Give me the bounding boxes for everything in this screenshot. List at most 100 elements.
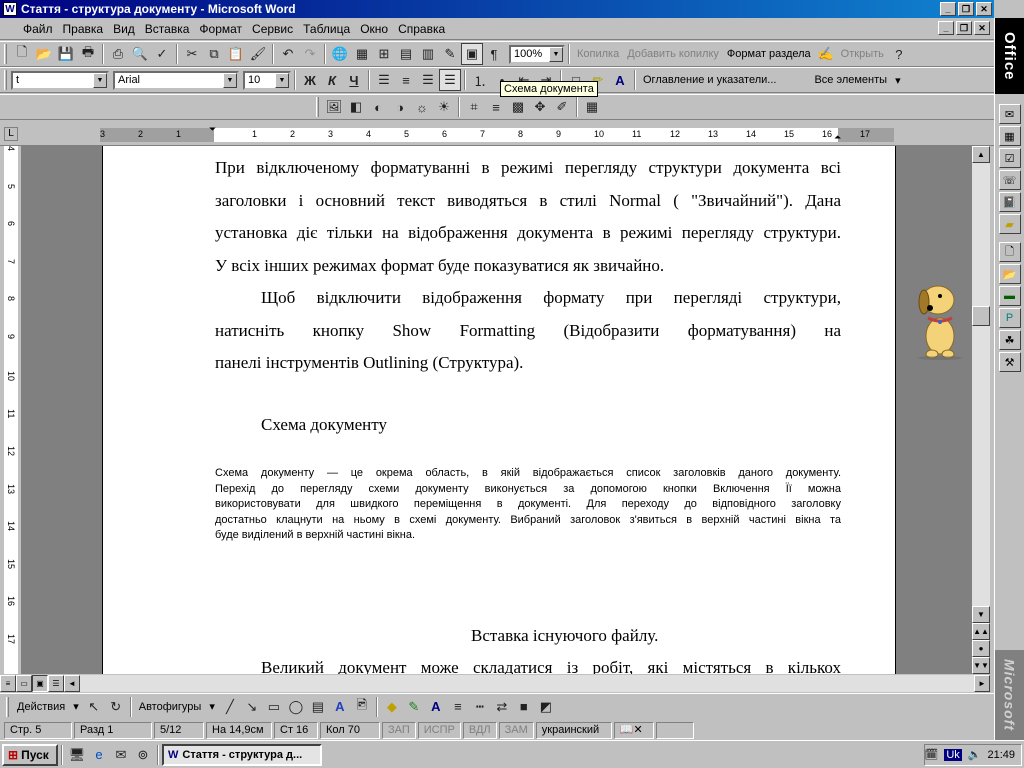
doc-minimize-button[interactable]: _ <box>938 21 954 35</box>
copy-icon[interactable]: ⧉ <box>203 43 225 65</box>
actions-dropdown-icon[interactable]: ▾ <box>69 700 83 713</box>
normal-view-button[interactable]: ≡ <box>0 674 16 692</box>
font-select[interactable]: Arial ▼ <box>113 70 239 90</box>
doc-restore-button[interactable]: ❐ <box>956 21 972 35</box>
menu-format[interactable]: Формат <box>194 22 247 36</box>
new-office-doc-icon[interactable]: 🗋 <box>998 242 1021 262</box>
print-layout-button[interactable]: ▣ <box>32 674 48 692</box>
reset-picture-icon[interactable]: ▦ <box>581 96 603 118</box>
free-rotate-icon[interactable]: ↻ <box>105 696 127 718</box>
menu-help[interactable]: Справка <box>393 22 450 36</box>
menu-file[interactable]: Файл <box>18 22 58 36</box>
columns-icon[interactable]: ▥ <box>417 43 439 65</box>
paragraph-2-line-1[interactable]: Щоб відключити відображення формату при … <box>261 282 841 315</box>
new-document-icon[interactable]: 🗋 <box>11 43 33 65</box>
appointment-icon[interactable]: ▦ <box>998 126 1021 146</box>
arrow-style-icon[interactable]: ⇄ <box>491 696 513 718</box>
arrow-icon[interactable]: ↘ <box>241 696 263 718</box>
format-picture-icon[interactable]: ✥ <box>529 96 551 118</box>
desktop-icon[interactable]: 🖥 <box>66 744 88 766</box>
3d-icon[interactable]: ◩ <box>535 696 557 718</box>
image-control-icon[interactable]: ◧ <box>345 96 367 118</box>
small-paragraph-line-1[interactable]: Схема документу — це окрема область, в я… <box>215 466 841 482</box>
menu-edit[interactable]: Правка <box>58 22 109 36</box>
outline-view-button[interactable]: ☰ <box>48 674 64 692</box>
scroll-left-button[interactable]: ◄ <box>64 674 80 692</box>
ie-icon[interactable]: e <box>88 744 110 766</box>
wordart-icon[interactable]: A <box>329 696 351 718</box>
section-format-button[interactable]: Формат раздела <box>723 48 815 60</box>
word-icon[interactable]: W <box>3 2 17 16</box>
heading-document-map[interactable]: Схема документу <box>261 409 661 442</box>
small-paragraph-line-2[interactable]: Перехід до перегляду схеми документу вик… <box>215 482 841 498</box>
zoom-preview-icon[interactable]: 🔍 <box>129 43 151 65</box>
volume-icon[interactable]: 🔈 <box>968 748 982 761</box>
format-painter-icon[interactable]: 🖌 <box>247 43 269 65</box>
dash-style-icon[interactable]: ┅ <box>469 696 491 718</box>
edit-icon[interactable]: ✍ <box>815 43 837 65</box>
restore-button[interactable]: ❐ <box>958 2 974 16</box>
paragraph-1-line-2[interactable]: заголовки і основний текст виводяться в … <box>215 185 841 218</box>
spelling-icon[interactable]: ✓ <box>151 43 173 65</box>
menu-table[interactable]: Таблица <box>298 22 355 36</box>
insert-excel-icon[interactable]: ▤ <box>395 43 417 65</box>
document-area[interactable]: При відключеному форматуванні в режимі п… <box>22 146 972 674</box>
journal-icon[interactable]: 📓 <box>998 192 1021 212</box>
doc-close-button[interactable]: ✕ <box>974 21 990 35</box>
paragraph-2-line-2[interactable]: натисніть кнопку Show Formatting (Відобр… <box>215 315 841 348</box>
publisher-icon[interactable]: P <box>998 308 1021 328</box>
align-left-icon[interactable]: ☰ <box>373 69 395 91</box>
open-button[interactable]: Открыть <box>837 48 888 60</box>
tables-borders-icon[interactable]: ▦ <box>351 43 373 65</box>
font-color-draw-icon[interactable]: A <box>425 696 447 718</box>
copy-collection-button[interactable]: Копилка <box>573 48 623 60</box>
channels-icon[interactable]: ⊚ <box>132 744 154 766</box>
paste-icon[interactable]: 📋 <box>225 43 247 65</box>
drawing-icon[interactable]: ✎ <box>439 43 461 65</box>
autoshapes-menu[interactable]: Автофигуры <box>135 701 206 713</box>
contact-icon[interactable]: ☏ <box>998 170 1021 190</box>
menu-window[interactable]: Окно <box>355 22 393 36</box>
indent-marker-icon[interactable]: ⏷ <box>209 124 216 135</box>
all-elements-dropdown-icon[interactable]: ▾ <box>891 74 905 87</box>
show-hide-icon[interactable]: ¶ <box>483 43 505 65</box>
start-button[interactable]: ⊞ Пуск <box>2 743 58 766</box>
less-brightness-icon[interactable]: ☀ <box>433 96 455 118</box>
justify-icon[interactable]: ☰ <box>439 69 461 91</box>
zoom-select[interactable]: 100% ▼ <box>509 44 565 64</box>
office-assistant-dog-icon[interactable] <box>910 274 970 360</box>
scroll-down-button[interactable]: ▼ <box>972 606 990 623</box>
scroll-right-button[interactable]: ► <box>974 674 990 692</box>
bold-button[interactable]: Ж <box>299 69 321 91</box>
paragraph-2-line-3[interactable]: панелі інструментів Outlining (Структура… <box>215 347 841 380</box>
toc-button[interactable]: Оглавление и указатели... <box>639 74 780 86</box>
underline-button[interactable]: Ч <box>343 69 365 91</box>
previous-page-button[interactable]: ▲▲ <box>972 623 990 640</box>
close-button[interactable]: ✕ <box>976 2 992 16</box>
web-layout-button[interactable]: ▭ <box>16 674 32 692</box>
minimize-button[interactable]: _ <box>940 2 956 16</box>
shortcut-icon[interactable]: ☘ <box>998 330 1021 350</box>
open-office-doc-icon[interactable]: 📂 <box>998 264 1021 284</box>
menu-view[interactable]: Вид <box>108 22 140 36</box>
select-browse-object-button[interactable]: ● <box>972 640 990 657</box>
access-icon[interactable]: ▬ <box>998 286 1021 306</box>
task-icon[interactable]: ☑ <box>998 148 1021 168</box>
outlook-icon[interactable]: ✉ <box>110 744 132 766</box>
line-icon[interactable]: ╱ <box>219 696 241 718</box>
horizontal-ruler[interactable]: L 3 2 1 1 2 3 4 5 6 7 8 9 10 11 12 13 14 15 16 17 ⏷ ⏶ <box>0 124 994 146</box>
set-transparent-color-icon[interactable]: ✐ <box>551 96 573 118</box>
spelling-status-icon[interactable]: 📖✕ <box>613 721 654 739</box>
line-style-icon[interactable]: ≡ <box>485 96 507 118</box>
align-right-icon[interactable]: ☰ <box>417 69 439 91</box>
vertical-ruler[interactable]: 4 5 6 7 8 9 10 11 12 13 14 15 16 17 <box>0 146 22 674</box>
font-size-select[interactable]: 10 ▼ <box>243 70 291 90</box>
small-paragraph-line-5[interactable]: буде виділений в верхній частині вікна. <box>215 528 841 544</box>
more-contrast-icon[interactable]: ◐ <box>367 96 389 118</box>
note-icon[interactable]: ▰ <box>998 214 1021 234</box>
numbering-icon[interactable]: ⒈ <box>469 69 491 91</box>
status-ext[interactable]: ВДЛ <box>462 721 497 739</box>
help-icon[interactable]: ? <box>888 43 910 65</box>
style-select[interactable]: t ▼ <box>11 70 109 90</box>
actions-menu[interactable]: Действия <box>13 701 69 713</box>
